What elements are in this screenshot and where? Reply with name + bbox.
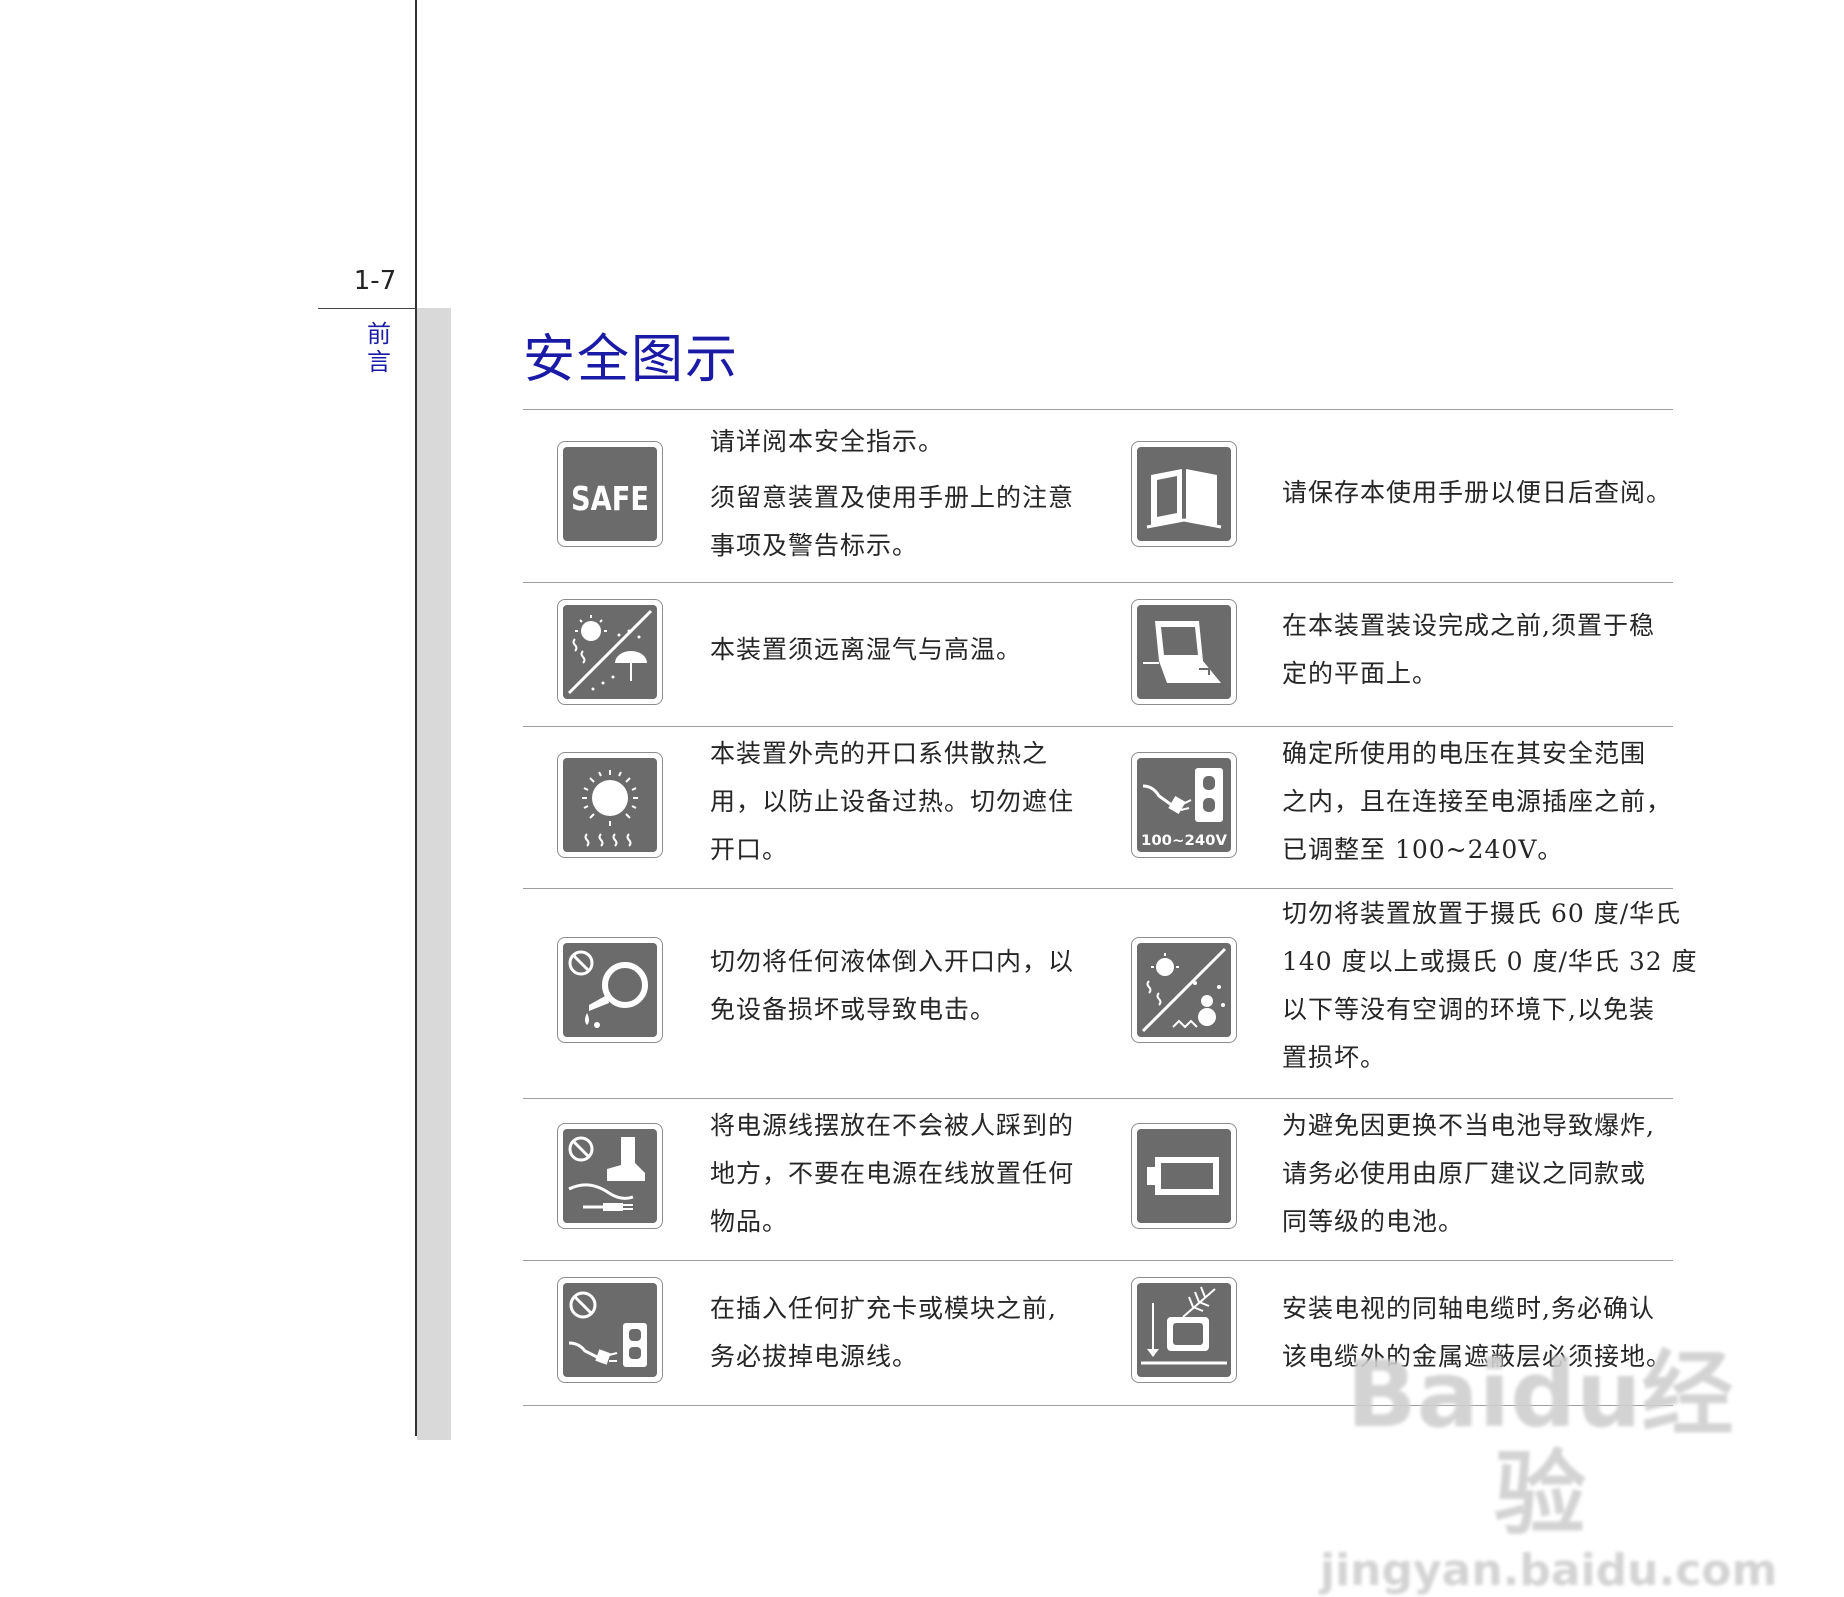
section-label-char-2: 言 [367,348,391,376]
row-divider [523,409,1673,410]
unplug-power-icon [557,1277,663,1383]
safety-text-line: 置损坏。 [1282,1043,1387,1072]
safety-text-line: 定的平面上。 [1282,659,1439,688]
safety-text: 切勿将任何液体倒入开口内，以 免设备损坏或导致电击。 [710,938,1074,1034]
row-divider [523,888,1673,889]
safety-text: 本装置须远离湿气与高温。 [710,626,1022,674]
safe-icon-label: SAFE [571,479,649,518]
voltage-icon-label: 100~240V [1141,833,1227,849]
sidebar-bar [417,308,451,1440]
safety-text: 确定所使用的电压在其安全范围 之内，且在连接至电源插座之前， 已调整至 100~… [1282,730,1672,874]
safety-text-line: 免设备损坏或导致电击。 [710,995,997,1024]
safety-text-line: 以下等没有空调的环境下,以免装 [1282,995,1655,1024]
baidu-jingyan-watermark: Baidu经验 jingyan.baidu.com [1320,1341,1778,1597]
page-title: 安全图示 [523,330,740,390]
no-step-on-cord-icon [557,1123,663,1229]
safety-text-line: 本装置须远离湿气与高温。 [710,635,1023,664]
temperature-range-icon [1131,937,1237,1043]
safety-text-line: 请详阅本安全指示。 [710,427,945,456]
safety-text-line: 同等级的电池。 [1282,1207,1465,1236]
safety-text-line: 地方，不要在电源在线放置任何 [710,1159,1075,1188]
page-number-rule [318,308,417,309]
flat-surface-laptop-icon [1131,599,1237,705]
page-number: 1-7 [353,266,397,296]
safety-text: 切勿将装置放置于摄氏 60 度/华氏 140 度以上或摄氏 0 度/华氏 32 … [1282,890,1698,1082]
tv-antenna-ground-icon [1131,1277,1237,1383]
safety-text-line: 为避免因更换不当电池导致爆炸, [1282,1111,1655,1140]
safe-icon: SAFE [557,441,663,547]
safety-text-line: 请保存本使用手册以便日后查阅。 [1282,478,1673,507]
safety-text-line: 切勿将装置放置于摄氏 60 度/华氏 [1282,899,1682,928]
safety-text-line: 须留意装置及使用手册上的注意 [710,483,1075,512]
safety-text: 在本装置装设完成之前,须置于稳 定的平面上。 [1282,602,1655,698]
safety-text-line: 之内，且在连接至电源插座之前， [1282,787,1673,816]
humidity-heat-icon [557,599,663,705]
safety-text-line: 本装置外壳的开口系供散热之 [710,739,1049,768]
watermark-url: jingyan.baidu.com [1320,1545,1778,1596]
safety-text: 将电源线摆放在不会被人踩到的 地方，不要在电源在线放置任何 物品。 [710,1102,1074,1246]
manual-book-icon [1131,441,1237,547]
section-label: 前 言 [364,320,394,376]
row-divider [523,582,1673,583]
safety-text-line: 事项及警告标示。 [710,531,919,560]
safety-text-line: 请务必使用由原厂建议之同款或 [1282,1159,1647,1188]
ventilation-heat-icon [557,752,663,858]
section-label-char-1: 前 [367,320,391,348]
safety-text: 在插入任何扩充卡或模块之前, 务必拔掉电源线。 [710,1285,1057,1381]
no-liquid-icon [557,937,663,1043]
safety-text-line: 140 度以上或摄氏 0 度/华氏 32 度 [1282,947,1698,976]
safety-text-line: 在本装置装设完成之前,须置于稳 [1282,611,1655,640]
safety-text-line: 切勿将任何液体倒入开口内，以 [710,947,1075,976]
safety-text: 为避免因更换不当电池导致爆炸, 请务必使用由原厂建议之同款或 同等级的电池。 [1282,1102,1655,1246]
safety-text: 请保存本使用手册以便日后查阅。 [1282,469,1672,517]
safety-text: 请详阅本安全指示。 须留意装置及使用手册上的注意 事项及警告标示。 [710,418,1074,570]
safety-text-line: 确定所使用的电压在其安全范围 [1282,739,1647,768]
safety-text-line: 在插入任何扩充卡或模块之前, [710,1294,1057,1323]
safety-text: 本装置外壳的开口系供散热之 用，以防止设备过热。切勿遮住 开口。 [710,730,1074,874]
safety-text-line: 开口。 [710,835,789,864]
safety-text-line: 物品。 [710,1207,789,1236]
safety-text-line: 务必拔掉电源线。 [710,1342,919,1371]
watermark-brand: Baidu经验 [1346,1341,1734,1548]
battery-icon [1131,1123,1237,1229]
safety-text-line: 将电源线摆放在不会被人踩到的 [710,1111,1075,1140]
row-divider [523,726,1673,727]
safety-text-line: 安装电视的同轴电缆时,务必确认 [1282,1294,1655,1323]
safety-text-line: 已调整至 100~240V。 [1282,835,1564,864]
row-divider [523,1260,1673,1261]
voltage-outlet-icon: 100~240V [1131,752,1237,858]
safety-text-line: 用，以防止设备过热。切勿遮住 [710,787,1075,816]
row-divider [523,1098,1673,1099]
